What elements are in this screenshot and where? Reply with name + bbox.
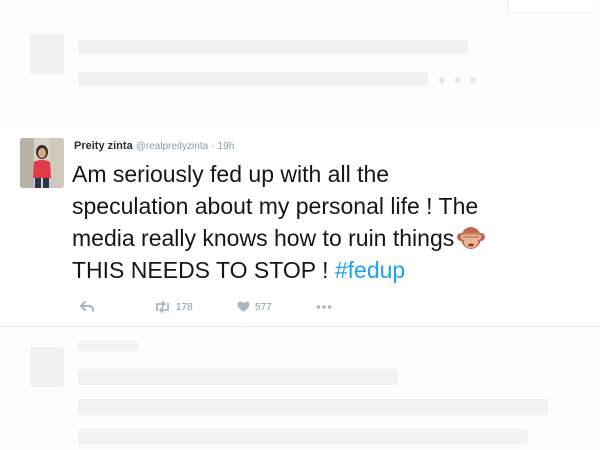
more-button[interactable] — [316, 298, 332, 316]
faded-avatar — [30, 347, 64, 387]
reply-button[interactable] — [80, 298, 94, 316]
faded-avatar — [30, 34, 64, 74]
hashtag-link[interactable]: #fedup — [335, 257, 405, 283]
author-name[interactable]: Preity zinta — [74, 140, 133, 152]
tweet-text-line: media really knows how to ruin things — [72, 225, 455, 251]
tweet-actions: 178 577 — [72, 298, 372, 316]
avatar[interactable] — [20, 138, 64, 188]
previous-tweet-faded: ● ● ● — [0, 0, 600, 129]
more-icon — [316, 305, 332, 309]
reply-icon — [80, 301, 94, 312]
next-tweet-faded — [0, 327, 600, 450]
retweet-icon — [156, 301, 169, 313]
see-no-evil-monkey-icon — [456, 225, 486, 251]
avatar-photo-icon — [20, 138, 64, 188]
faded-text-line — [78, 399, 548, 415]
timeline: ● ● ● Preity zinta @realpreityzinta · 19… — [0, 0, 600, 450]
faded-text-line — [78, 429, 528, 445]
like-count: 577 — [255, 301, 272, 313]
tweet-text: Am seriously fed up with all the specula… — [72, 158, 572, 286]
faded-emoji-icons: ● ● ● — [438, 72, 479, 87]
like-button[interactable]: 577 — [237, 298, 272, 316]
faded-text-line — [78, 369, 398, 385]
retweet-count: 178 — [176, 301, 193, 313]
tweet-text-line: THIS NEEDS TO STOP ! — [72, 257, 335, 283]
tweet-card[interactable]: Preity zinta @realpreityzinta · 19h Am s… — [0, 128, 600, 327]
tweet-text-line: speculation about my personal life ! The — [72, 193, 479, 219]
tweet-text-line: Am seriously fed up with all the — [72, 161, 390, 187]
author-handle[interactable]: @realpreityzinta — [136, 141, 208, 152]
faded-text-line — [78, 40, 468, 54]
faded-text-line — [78, 72, 428, 86]
retweet-button[interactable]: 178 — [154, 298, 193, 316]
heart-icon — [237, 301, 250, 312]
faded-text-line — [78, 341, 138, 351]
separator-dot: · — [211, 141, 215, 152]
tweet-timestamp[interactable]: 19h — [218, 141, 235, 152]
tweet-header: Preity zinta @realpreityzinta · 19h — [74, 140, 234, 152]
faded-corner-box — [507, 0, 594, 13]
